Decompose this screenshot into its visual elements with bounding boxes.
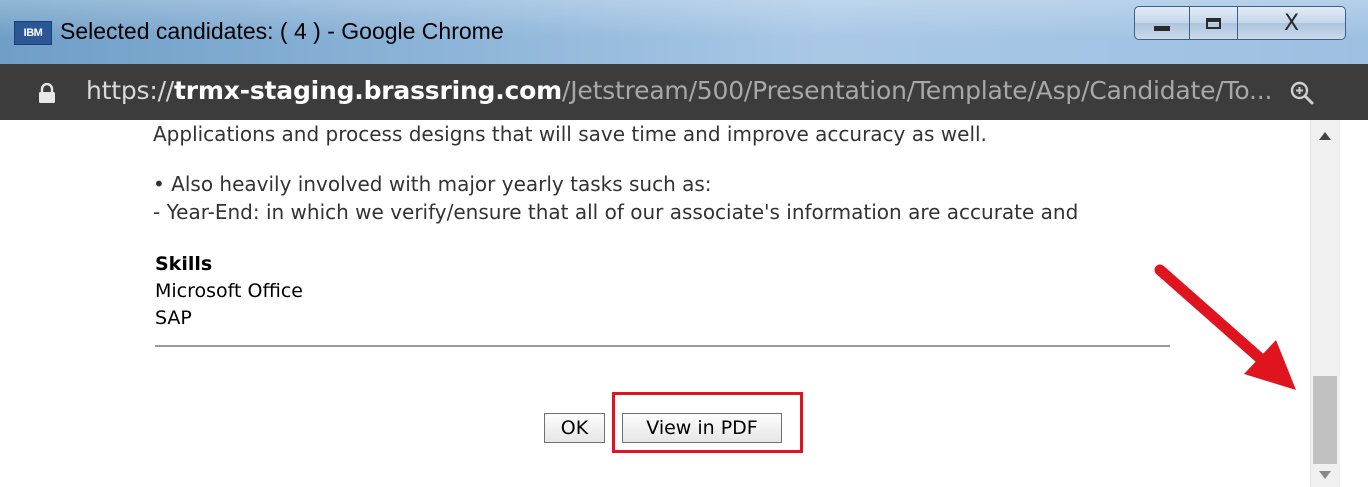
minimize-icon (1154, 25, 1170, 31)
url-scheme: https:// (86, 76, 175, 105)
view-in-pdf-button[interactable]: View in PDF (622, 413, 782, 443)
vertical-scrollbar[interactable] (1310, 120, 1340, 487)
close-button[interactable]: X (1238, 6, 1346, 40)
lock-icon (39, 83, 55, 103)
section-divider (155, 345, 1170, 347)
address-bar: https://trmx-staging.brassring.com/Jetst… (0, 64, 1368, 120)
resume-line: Applications and process designs that wi… (153, 122, 987, 146)
window-title: Selected candidates: ( 4 ) - Google Chro… (60, 18, 504, 44)
url-text[interactable]: https://trmx-staging.brassring.com/Jetst… (86, 76, 1272, 105)
skills-heading: Skills (155, 253, 213, 275)
page-content: Applications and process designs that wi… (0, 120, 1310, 487)
skill-item: SAP (155, 307, 192, 329)
scroll-up-arrow-icon[interactable] (1319, 132, 1331, 140)
red-arrow-annotation (1154, 264, 1296, 390)
skills-section: Skills Microsoft Office SAP (155, 251, 303, 332)
window-controls: X (1134, 6, 1346, 40)
window-title-bar: IBM Selected candidates: ( 4 ) - Google … (0, 0, 1368, 64)
ok-button[interactable]: OK (544, 413, 605, 443)
scrollbar-thumb[interactable] (1313, 376, 1337, 464)
url-host: trmx-staging.brassring.com (174, 76, 562, 105)
url-path: /Jetstream/500/Presentation/Template/Asp… (562, 76, 1273, 105)
maximize-icon (1206, 17, 1221, 29)
zoom-icon[interactable] (1289, 80, 1315, 106)
maximize-button[interactable] (1190, 6, 1238, 40)
minimize-button[interactable] (1134, 6, 1190, 40)
window-right-edge (1340, 120, 1368, 487)
resume-text: Applications and process designs that wi… (153, 120, 1078, 226)
close-icon: X (1283, 10, 1300, 36)
scroll-down-arrow-icon[interactable] (1319, 471, 1331, 479)
skill-item: Microsoft Office (155, 280, 303, 302)
ibm-app-icon: IBM (14, 21, 52, 45)
resume-line: • Also heavily involved with major yearl… (153, 172, 712, 196)
resume-line: - Year-End: in which we verify/ensure th… (153, 200, 1079, 224)
